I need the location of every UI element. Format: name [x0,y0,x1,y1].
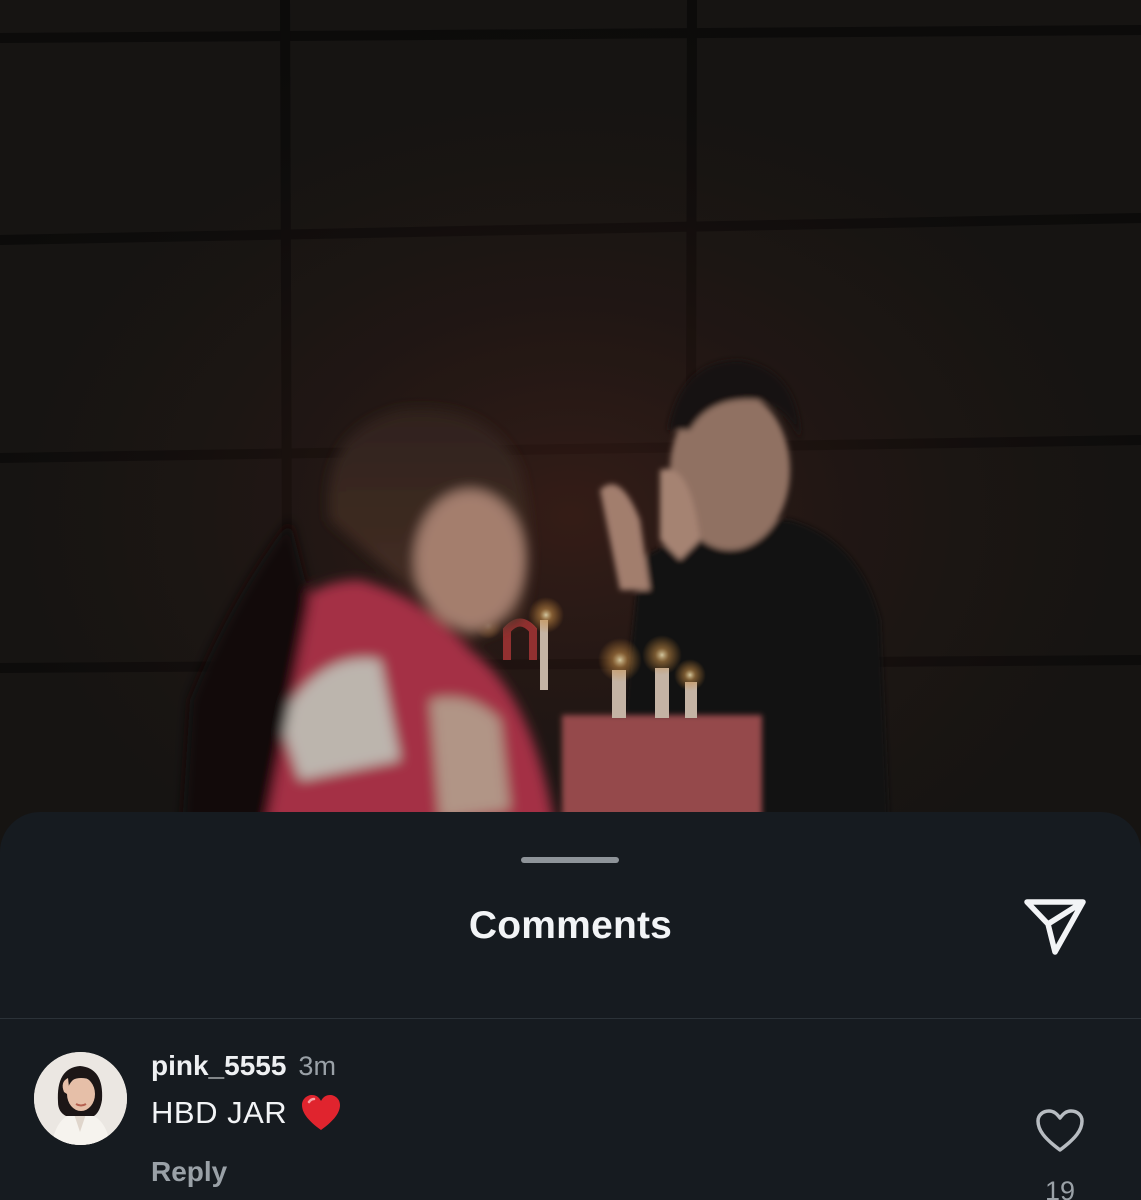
red-heart-icon [302,1095,341,1130]
drag-handle[interactable] [521,857,619,863]
avatar[interactable] [34,1052,127,1145]
username[interactable]: pink_5555 [151,1050,286,1082]
comment-body: HBD JAR [151,1094,341,1132]
video-frame [0,0,1141,860]
comment-text: HBD JAR [151,1095,288,1130]
share-button[interactable] [1018,894,1092,960]
comment-time: 3m [298,1051,336,1081]
sheet-title: Comments [468,904,673,947]
reply-button[interactable]: Reply [151,1156,227,1188]
avatar-image [34,1052,127,1145]
divider [0,1018,1141,1019]
send-icon [1024,899,1086,955]
heart-outline-icon [1036,1109,1084,1152]
comments-sheet: Comments pink_5555 3m HBD JAR Reply 19 [0,812,1141,1200]
like-button[interactable] [1033,1106,1087,1156]
comment-header: pink_5555 3m [151,1050,336,1082]
video-player[interactable] [0,0,1141,860]
comment-item: pink_5555 3m HBD JAR Reply 19 [0,1032,1141,1200]
screen: Comments pink_5555 3m HBD JAR Reply 19 [0,0,1141,1200]
like-count: 19 [1044,1176,1076,1200]
